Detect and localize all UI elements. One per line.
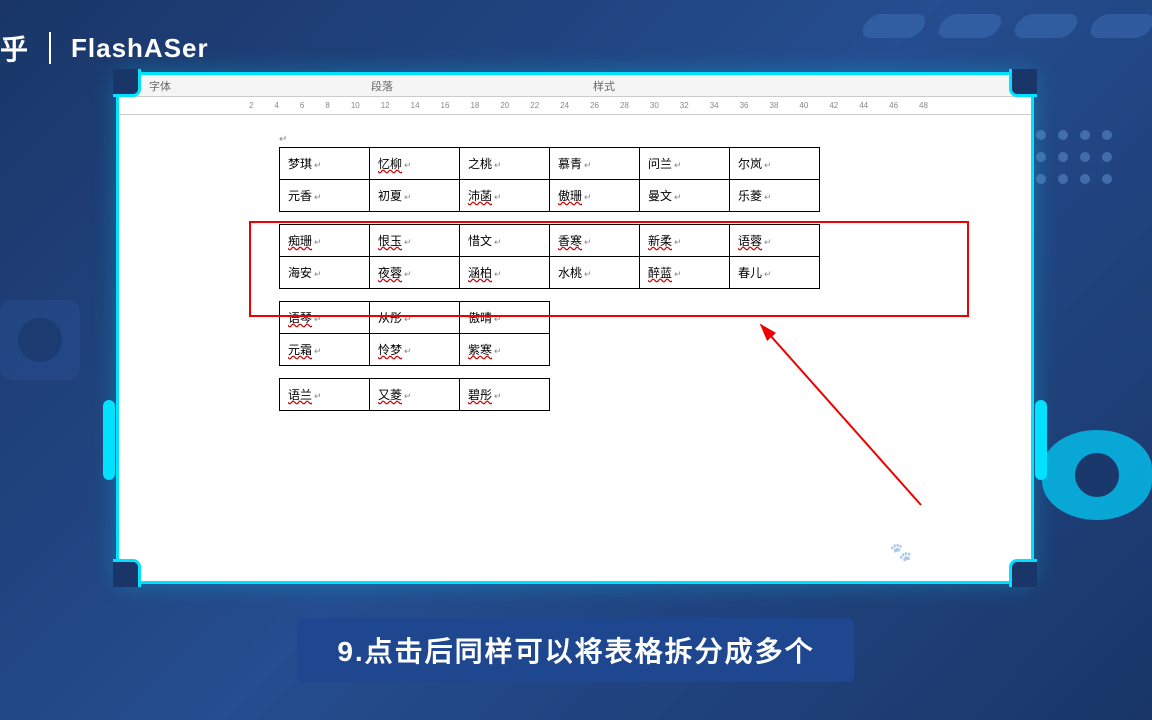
decorative-stripes — [864, 14, 1152, 38]
decorative-eye-icon — [1042, 430, 1152, 520]
baidu-paw-icon: 🐾 — [890, 542, 912, 563]
site-header: 乎 FlashASer — [0, 28, 209, 68]
step-caption: 9.点击后同样可以将表格拆分成多个 — [297, 618, 854, 682]
ribbon-labels: 字体 段落 样式 — [119, 75, 1031, 97]
frame-handle — [103, 400, 115, 480]
document-body[interactable]: ↵ 梦琪 忆柳 之桃 慕青 问兰 尔岚 元香 初夏 沛菡 傲珊 曼文 乐菱 痴珊 — [119, 115, 1031, 581]
author-name: FlashASer — [71, 33, 209, 64]
table-row: 元香 初夏 沛菡 傲珊 曼文 乐菱 — [280, 180, 820, 212]
baidu-watermark: 🐾 Baidu 经验 — [890, 539, 1007, 565]
table-row: 语琴 从彤 傲晴 — [280, 302, 550, 334]
ribbon-paragraph[interactable]: 段落 — [371, 78, 393, 94]
annotation-arrow — [731, 315, 931, 515]
frame-corner — [113, 559, 141, 587]
ribbon-font[interactable]: 字体 — [149, 78, 171, 94]
ribbon-styles[interactable]: 样式 — [593, 78, 615, 94]
word-window: 字体 段落 样式 2468101214161820222426283032343… — [116, 72, 1034, 584]
table-row: 痴珊 恨玉 惜文 香寒 新柔 语蓉 — [280, 225, 820, 257]
decorative-camera-icon — [0, 300, 80, 380]
table-4[interactable]: 语兰 又菱 碧彤 — [279, 378, 550, 411]
table-1[interactable]: 梦琪 忆柳 之桃 慕青 问兰 尔岚 元香 初夏 沛菡 傲珊 曼文 乐菱 — [279, 147, 820, 212]
frame-handle — [1035, 400, 1047, 480]
table-3[interactable]: 语琴 从彤 傲晴 元霜 怜梦 紫寒 — [279, 301, 550, 366]
divider — [49, 32, 51, 64]
table-row: 语兰 又菱 碧彤 — [280, 379, 550, 411]
frame-corner — [1009, 559, 1037, 587]
table-row: 梦琪 忆柳 之桃 慕青 问兰 尔岚 — [280, 148, 820, 180]
frame-corner — [113, 69, 141, 97]
table-row: 海安 夜蓉 涵柏 水桃 醉蓝 春儿 — [280, 257, 820, 289]
paragraph-mark: ↵ — [279, 134, 287, 145]
table-row: 元霜 怜梦 紫寒 — [280, 334, 550, 366]
horizontal-ruler[interactable]: 2468101214161820222426283032343638404244… — [119, 97, 1031, 115]
site-logo: 乎 — [0, 28, 29, 68]
frame-corner — [1009, 69, 1037, 97]
table-2[interactable]: 痴珊 恨玉 惜文 香寒 新柔 语蓉 海安 夜蓉 涵柏 水桃 醉蓝 春儿 — [279, 224, 820, 289]
